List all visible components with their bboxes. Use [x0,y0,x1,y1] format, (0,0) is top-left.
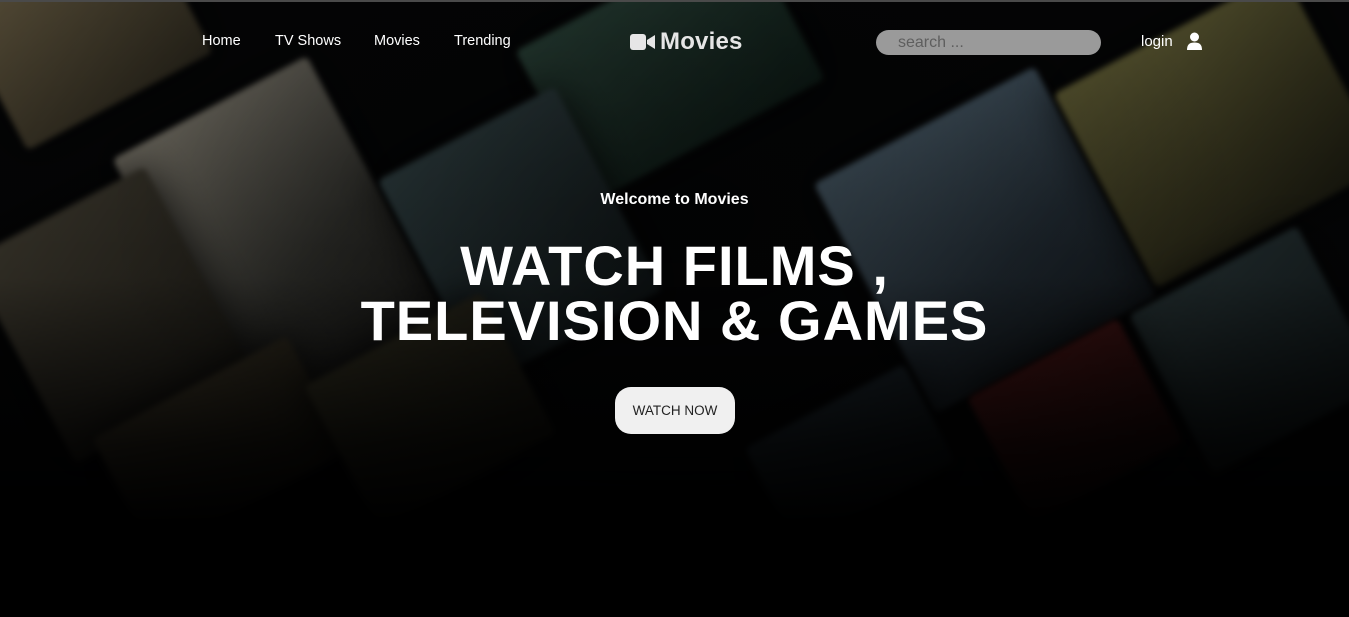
nav-trending-link[interactable]: Trending [454,33,511,49]
hero-headline: WATCH FILMS , TELEVISION & GAMES [0,234,1349,352]
watch-now-button[interactable]: WATCH NOW [615,387,735,434]
hero-headline-line1: WATCH FILMS , [460,234,889,297]
brand-logo[interactable]: Movies [630,27,743,57]
nav-home-link[interactable]: Home [202,33,241,49]
nav-tv-shows-link[interactable]: TV Shows [275,33,341,49]
login-label: login [1141,32,1173,50]
search-input[interactable] [876,30,1101,55]
user-icon [1186,32,1203,50]
login-button[interactable]: login [1141,32,1203,50]
video-camera-icon [630,33,656,51]
brand-name: Movies [660,28,743,55]
hero-welcome-text: Welcome to Movies [600,191,749,208]
nav-movies-link[interactable]: Movies [374,33,420,49]
hero-headline-line2: TELEVISION & GAMES [360,289,989,352]
top-border [0,0,1349,2]
